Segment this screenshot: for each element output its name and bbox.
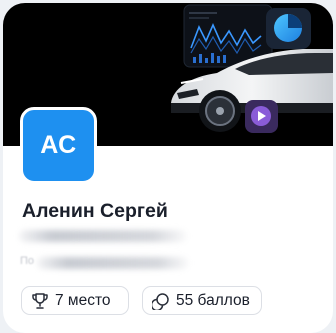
rank-chip[interactable]: 7 место [21, 286, 129, 315]
avatar[interactable]: АС [20, 107, 97, 184]
trophy-icon [31, 292, 49, 310]
profile-card: АС Аленин Сергей По 7 место 55 баллов [3, 3, 333, 333]
points-chip[interactable]: 55 баллов [142, 286, 262, 315]
redacted-line [37, 257, 189, 269]
profile-name: Аленин Сергей [22, 200, 168, 222]
points-label: 55 баллов [176, 291, 250, 309]
avatar-initials: АС [40, 131, 77, 159]
redacted-text-fragment: По [20, 255, 35, 267]
redacted-line [19, 230, 187, 242]
rank-label: 7 место [55, 291, 111, 309]
points-icon [152, 292, 170, 310]
